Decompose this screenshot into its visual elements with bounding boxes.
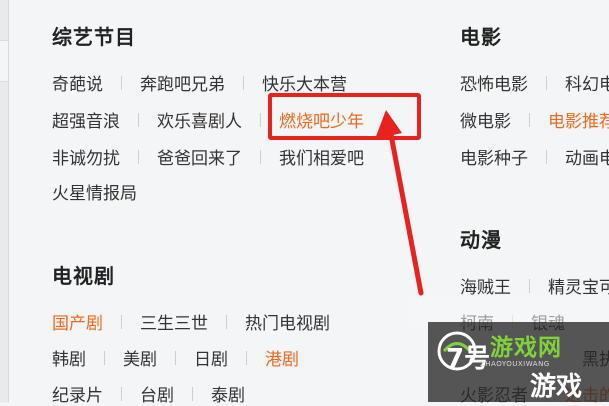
anime-row-1: 海贼王 精灵宝可 xyxy=(460,273,609,298)
tv-link-active[interactable]: 国产剧 xyxy=(52,309,103,334)
watermark-game: 游戏 xyxy=(530,372,583,402)
watermark-brand: 游戏网 xyxy=(490,335,562,361)
tv-row-3: 纪录片 台剧 泰剧 xyxy=(52,381,245,406)
movie-link[interactable]: 微电影 xyxy=(460,107,511,132)
site-watermark: 7号 游戏网 ZHAOYOUXIWANG 游戏 xyxy=(428,322,609,402)
tv-link[interactable]: 台剧 xyxy=(140,381,174,406)
movie-row-1: 恐怖电影 科幻电 xyxy=(460,70,609,95)
divider xyxy=(246,350,247,365)
movie-row-2: 微电影 电影推荐 xyxy=(460,107,609,132)
anime-heading: 动漫 xyxy=(460,228,502,252)
tv-link[interactable]: 美剧 xyxy=(123,345,157,370)
variety-row-1: 奇葩说 奔跑吧兄弟 快乐大本营 xyxy=(52,70,347,95)
variety-link[interactable]: 爸爸回来了 xyxy=(157,144,242,169)
tv-row-1: 国产剧 三生三世 热门电视剧 xyxy=(52,309,330,334)
variety-row-3: 非诚勿扰 爸爸回来了 我们相爱吧 xyxy=(52,144,364,169)
divider xyxy=(546,75,547,90)
divider xyxy=(121,75,122,90)
tv-link[interactable]: 热门电视剧 xyxy=(245,309,330,334)
movie-link[interactable]: 动画电 xyxy=(565,144,609,169)
left-panel-edge xyxy=(0,0,9,402)
variety-link[interactable]: 欢乐喜剧人 xyxy=(157,107,242,132)
movie-link[interactable]: 科幻电 xyxy=(565,70,609,95)
divider xyxy=(175,350,176,365)
divider xyxy=(260,149,261,164)
divider xyxy=(529,278,530,293)
tv-link[interactable]: 泰剧 xyxy=(211,381,245,406)
movie-link[interactable]: 电影种子 xyxy=(460,144,528,169)
divider xyxy=(121,314,122,329)
divider xyxy=(138,112,139,127)
divider xyxy=(260,112,261,127)
variety-heading: 综艺节目 xyxy=(52,25,136,49)
divider xyxy=(121,386,122,401)
movie-link[interactable]: 恐怖电影 xyxy=(460,70,528,95)
divider xyxy=(138,149,139,164)
variety-link[interactable]: 超强音浪 xyxy=(52,107,120,132)
annotation-highlight-box xyxy=(268,93,421,140)
tv-link[interactable]: 韩剧 xyxy=(52,345,86,370)
divider xyxy=(243,75,244,90)
variety-link[interactable]: 火星情报局 xyxy=(52,179,137,204)
divider xyxy=(192,386,193,401)
left-panel-tab[interactable] xyxy=(0,40,9,82)
divider xyxy=(226,314,227,329)
variety-link[interactable]: 奇葩说 xyxy=(52,70,103,95)
tv-heading: 电视剧 xyxy=(52,264,115,288)
divider xyxy=(529,112,530,127)
variety-link[interactable]: 奔跑吧兄弟 xyxy=(140,70,225,95)
variety-link[interactable]: 非诚勿扰 xyxy=(52,144,120,169)
anime-link[interactable]: 海贼王 xyxy=(460,273,511,298)
tv-link[interactable]: 日剧 xyxy=(194,345,228,370)
variety-link[interactable]: 快乐大本营 xyxy=(262,70,347,95)
movie-heading: 电影 xyxy=(460,25,502,49)
variety-row-4: 火星情报局 xyxy=(52,179,137,204)
variety-link[interactable]: 我们相爱吧 xyxy=(279,144,364,169)
watermark-number: 7号 xyxy=(446,344,491,374)
tv-link[interactable]: 三生三世 xyxy=(140,309,208,334)
tv-row-2: 韩剧 美剧 日剧 港剧 xyxy=(52,345,299,370)
movie-row-3: 电影种子 动画电 xyxy=(460,144,609,169)
divider xyxy=(104,350,105,365)
tv-link-highlighted[interactable]: 港剧 xyxy=(265,345,299,370)
anime-link[interactable]: 精灵宝可 xyxy=(548,273,609,298)
tv-link[interactable]: 纪录片 xyxy=(52,381,103,406)
movie-link-highlighted[interactable]: 电影推荐 xyxy=(548,107,609,132)
divider xyxy=(546,149,547,164)
